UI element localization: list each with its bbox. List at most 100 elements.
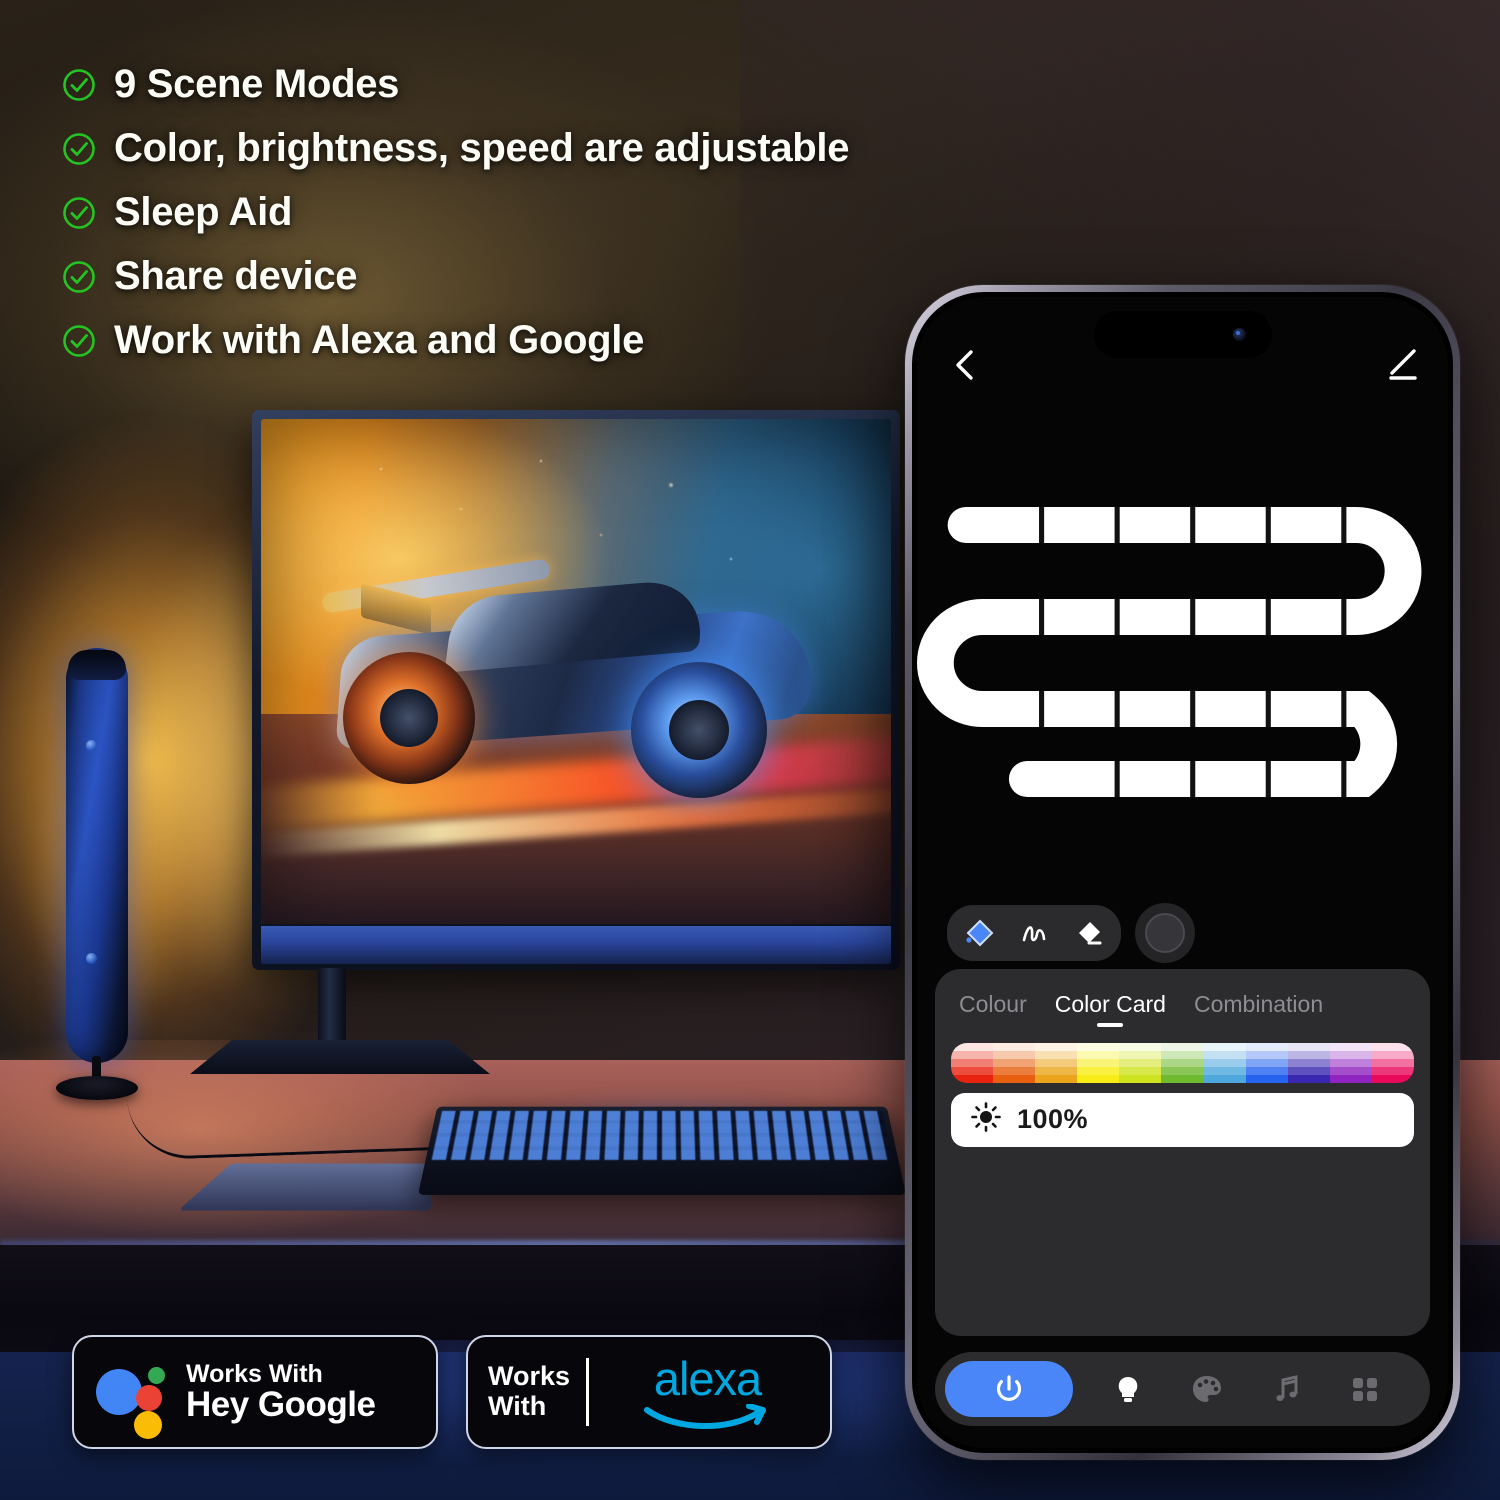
color-swatch[interactable] xyxy=(1245,1058,1288,1067)
color-swatch[interactable] xyxy=(1035,1058,1078,1067)
eraser-icon xyxy=(1079,922,1102,945)
nav-scene-button[interactable] xyxy=(1184,1366,1230,1412)
color-swatch[interactable] xyxy=(1161,1074,1204,1083)
check-circle-icon xyxy=(62,324,96,358)
color-swatch[interactable] xyxy=(1371,1066,1414,1075)
color-swatch[interactable] xyxy=(1077,1074,1120,1083)
brightness-value: 100% xyxy=(1017,1104,1089,1135)
brightness-slider[interactable]: 100% xyxy=(951,1092,1414,1147)
color-swatch[interactable] xyxy=(951,1074,994,1083)
color-swatch[interactable] xyxy=(1119,1043,1162,1051)
color-swatch[interactable] xyxy=(1245,1074,1288,1083)
color-swatch[interactable] xyxy=(1287,1058,1330,1067)
power-icon xyxy=(996,1375,1022,1401)
lightbulb-icon xyxy=(1119,1376,1138,1402)
color-swatch[interactable] xyxy=(1077,1058,1120,1067)
alexa-wordmark: alexa xyxy=(653,1351,762,1405)
color-swatch[interactable] xyxy=(993,1074,1036,1083)
color-swatch-grid[interactable] xyxy=(951,1043,1414,1083)
alexa-logo: alexa xyxy=(605,1355,810,1430)
check-circle-icon xyxy=(62,196,96,230)
color-swatch[interactable] xyxy=(1329,1058,1372,1067)
color-swatch[interactable] xyxy=(951,1058,994,1067)
color-swatch[interactable] xyxy=(993,1043,1036,1051)
color-swatch[interactable] xyxy=(1035,1066,1078,1075)
color-swatch[interactable] xyxy=(1287,1050,1330,1059)
color-swatch[interactable] xyxy=(1329,1074,1372,1083)
game-vignette xyxy=(261,419,891,924)
brush-tool[interactable] xyxy=(1011,912,1057,954)
color-swatch[interactable] xyxy=(1203,1043,1246,1051)
color-swatch[interactable] xyxy=(1161,1058,1204,1067)
check-circle-icon xyxy=(62,260,96,294)
color-card-swatches xyxy=(951,1043,1414,1083)
color-swatch[interactable] xyxy=(1287,1043,1330,1051)
color-swatch[interactable] xyxy=(1035,1043,1078,1051)
feature-label: Share device xyxy=(114,254,358,298)
tab-combination[interactable]: Combination xyxy=(1194,991,1323,1027)
color-swatch[interactable] xyxy=(1119,1066,1162,1075)
color-swatch[interactable] xyxy=(1371,1050,1414,1059)
color-swatch[interactable] xyxy=(1077,1050,1120,1059)
light-bar-top-cap xyxy=(68,650,126,680)
eraser-tool[interactable] xyxy=(1065,912,1111,954)
color-swatch[interactable] xyxy=(1371,1058,1414,1067)
color-swatch[interactable] xyxy=(1119,1058,1162,1067)
color-swatch[interactable] xyxy=(1119,1074,1162,1083)
color-swatch[interactable] xyxy=(1371,1043,1414,1051)
color-swatch[interactable] xyxy=(1245,1050,1288,1059)
check-circle-icon xyxy=(62,132,96,166)
color-swatch[interactable] xyxy=(1161,1050,1204,1059)
nav-music-button[interactable] xyxy=(1263,1366,1309,1412)
color-swatch[interactable] xyxy=(951,1066,994,1075)
color-panel: Colour Color Card Combination 100% xyxy=(935,969,1430,1336)
nav-light-button[interactable] xyxy=(1105,1366,1151,1412)
alexa-badge-line1: Works xyxy=(488,1361,571,1392)
tab-color-card[interactable]: Color Card xyxy=(1055,991,1166,1027)
color-swatch[interactable] xyxy=(1161,1043,1204,1051)
color-swatch[interactable] xyxy=(1077,1066,1120,1075)
paint-bucket-tool[interactable] xyxy=(957,912,1003,954)
led-strip-preview[interactable] xyxy=(917,487,1448,817)
feature-item: Color, brightness, speed are adjustable xyxy=(62,126,1072,171)
nav-more-button[interactable] xyxy=(1342,1366,1388,1412)
phone-notch xyxy=(1093,311,1272,358)
color-swatch[interactable] xyxy=(1035,1074,1078,1083)
color-swatch[interactable] xyxy=(1077,1043,1120,1051)
color-swatch[interactable] xyxy=(1371,1074,1414,1083)
check-circle-icon xyxy=(62,68,96,102)
back-button[interactable] xyxy=(947,345,983,385)
color-swatch[interactable] xyxy=(993,1058,1036,1067)
edit-button[interactable] xyxy=(1384,345,1422,383)
color-swatch[interactable] xyxy=(993,1066,1036,1075)
color-swatch[interactable] xyxy=(1245,1066,1288,1075)
color-swatch[interactable] xyxy=(1329,1043,1372,1051)
color-swatch[interactable] xyxy=(1035,1050,1078,1059)
color-swatch[interactable] xyxy=(1203,1074,1246,1083)
badge-divider xyxy=(586,1358,590,1426)
light-bar-body xyxy=(66,648,128,1063)
color-swatch[interactable] xyxy=(1161,1066,1204,1075)
color-preview-button[interactable] xyxy=(1135,903,1195,963)
color-swatch[interactable] xyxy=(993,1050,1036,1059)
color-swatch[interactable] xyxy=(1203,1066,1246,1075)
color-swatch[interactable] xyxy=(1245,1043,1288,1051)
color-swatch[interactable] xyxy=(1287,1074,1330,1083)
color-swatch[interactable] xyxy=(1203,1058,1246,1067)
feature-item: Sleep Aid xyxy=(62,190,1072,235)
music-note-icon xyxy=(1276,1375,1298,1401)
color-swatch[interactable] xyxy=(1329,1050,1372,1059)
brush-icon xyxy=(1022,926,1046,942)
color-swatch[interactable] xyxy=(951,1043,994,1051)
keyboard-keys xyxy=(431,1110,893,1160)
bottom-navigation xyxy=(935,1352,1430,1426)
color-swatch[interactable] xyxy=(951,1050,994,1059)
color-swatch[interactable] xyxy=(1287,1066,1330,1075)
power-button[interactable] xyxy=(945,1361,1073,1417)
color-swatch[interactable] xyxy=(1329,1066,1372,1075)
light-bar-base xyxy=(56,1076,138,1100)
color-swatch[interactable] xyxy=(1203,1050,1246,1059)
tab-colour[interactable]: Colour xyxy=(959,991,1027,1027)
monitor-stand-base xyxy=(190,1040,490,1074)
color-swatch[interactable] xyxy=(1119,1050,1162,1059)
